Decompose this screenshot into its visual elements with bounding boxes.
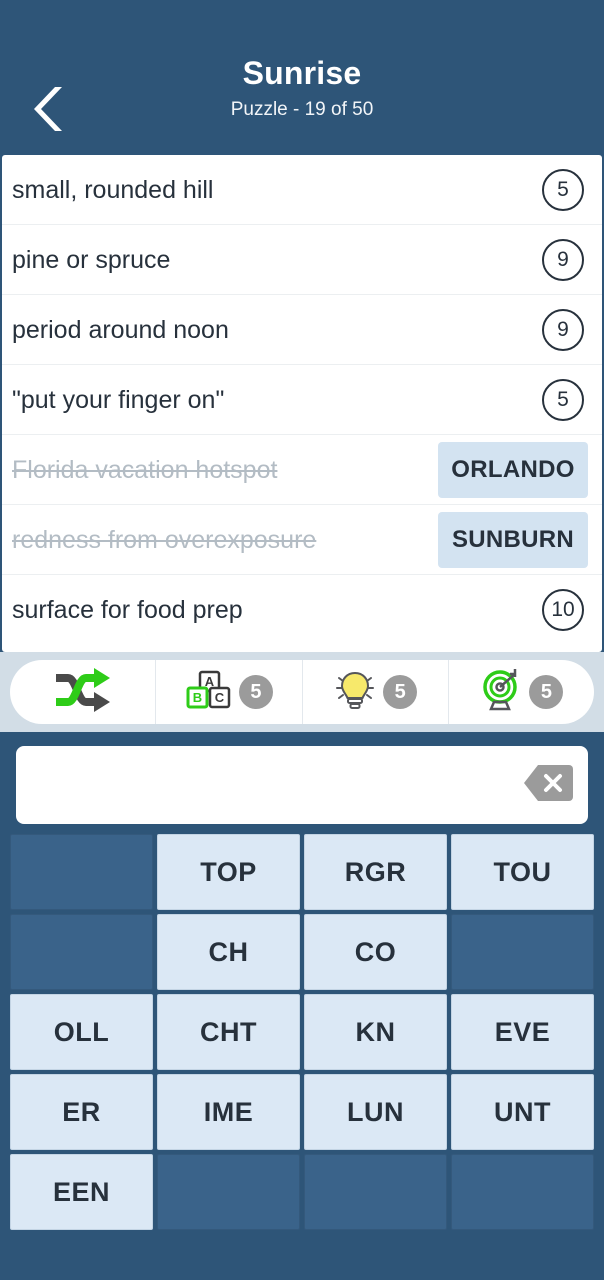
tile-button[interactable]: EEN — [10, 1154, 153, 1230]
answer-input-area — [0, 732, 604, 834]
clue-row[interactable]: surface for food prep 10 — [2, 575, 602, 645]
clue-row-solved[interactable]: redness from overexposure SUNBURN — [2, 505, 602, 575]
tile-empty — [157, 1154, 300, 1230]
clue-length-badge: 5 — [542, 378, 584, 421]
tile-empty — [304, 1154, 447, 1230]
letter-tile-grid: TOP RGR TOU CH CO OLL CHT KN EVE ER IME … — [0, 834, 604, 1240]
powerup-count-badge: 5 — [529, 675, 564, 709]
clue-row[interactable]: period around noon 9 — [2, 295, 602, 365]
tile-empty — [451, 914, 594, 990]
reveal-letter-powerup-button[interactable]: A B C 5 — [156, 660, 303, 724]
tile-button[interactable]: IME — [157, 1074, 300, 1150]
clue-list: small, rounded hill 5 pine or spruce 9 p… — [2, 155, 602, 652]
tile-button[interactable]: CH — [157, 914, 300, 990]
clue-row[interactable]: "put your finger on" 5 — [2, 365, 602, 435]
puzzle-progress-label: Puzzle - 19 of 50 — [230, 98, 374, 120]
svg-text:B: B — [193, 690, 202, 705]
clue-text: surface for food prep — [12, 596, 243, 624]
clue-answer-chip: SUNBURN — [438, 511, 588, 568]
lightbulb-icon — [333, 668, 377, 717]
tile-button[interactable]: TOP — [157, 834, 300, 910]
backspace-button[interactable] — [522, 763, 574, 807]
tile-button[interactable]: KN — [304, 994, 447, 1070]
clue-text: period around noon — [12, 315, 229, 344]
tile-button[interactable]: ER — [10, 1074, 153, 1150]
answer-input[interactable] — [16, 746, 588, 824]
tile-empty — [10, 834, 153, 910]
clue-row[interactable]: pine or spruce 9 — [2, 225, 602, 295]
clue-text: "put your finger on" — [12, 385, 225, 414]
clue-text: Florida vacation hotspot — [12, 455, 278, 484]
tile-button[interactable]: RGR — [304, 834, 447, 910]
tile-button[interactable]: CO — [304, 914, 447, 990]
clue-text: small, rounded hill — [12, 175, 214, 204]
tile-button[interactable]: CHT — [157, 994, 300, 1070]
puzzle-app-screen: Sunrise Puzzle - 19 of 50 small, rounded… — [0, 0, 604, 1280]
clue-row-solved[interactable]: Florida vacation hotspot ORLANDO — [2, 435, 602, 505]
powerup-bar: A B C 5 5 5 — [10, 660, 594, 724]
clue-text: redness from overexposure — [12, 525, 317, 554]
target-icon — [479, 668, 523, 717]
clue-row[interactable]: small, rounded hill 5 — [2, 155, 602, 225]
hint-powerup-button[interactable]: 5 — [303, 660, 449, 724]
chevron-left-icon — [29, 83, 69, 135]
clue-length-badge: 10 — [542, 589, 584, 631]
tile-button[interactable]: UNT — [451, 1074, 594, 1150]
shuffle-powerup-button[interactable] — [10, 660, 157, 724]
shuffle-icon — [52, 667, 114, 717]
tile-button[interactable]: OLL — [10, 994, 153, 1070]
target-powerup-button[interactable]: 5 — [449, 660, 594, 724]
powerup-bar-container: A B C 5 5 5 — [0, 652, 604, 732]
header-titles: Sunrise Puzzle - 19 of 50 — [231, 53, 374, 125]
tile-empty — [451, 1154, 594, 1230]
powerup-count-badge: 5 — [238, 675, 273, 709]
back-button[interactable] — [18, 78, 80, 140]
backspace-icon — [523, 762, 573, 809]
letter-blocks-icon: A B C — [185, 668, 233, 717]
clue-length-badge: 9 — [542, 238, 584, 281]
tile-button[interactable]: TOU — [451, 834, 594, 910]
clue-answer-chip: ORLANDO — [438, 441, 588, 498]
tile-empty — [10, 914, 153, 990]
tile-button[interactable]: EVE — [451, 994, 594, 1070]
powerup-count-badge: 5 — [383, 675, 418, 709]
clue-length-badge: 9 — [542, 308, 584, 351]
tile-button[interactable]: LUN — [304, 1074, 447, 1150]
clue-length-badge: 5 — [542, 168, 584, 211]
app-header: Sunrise Puzzle - 19 of 50 — [0, 0, 604, 155]
page-title: Sunrise — [242, 54, 362, 91]
clue-text: pine or spruce — [12, 245, 171, 274]
svg-text:C: C — [215, 690, 225, 705]
